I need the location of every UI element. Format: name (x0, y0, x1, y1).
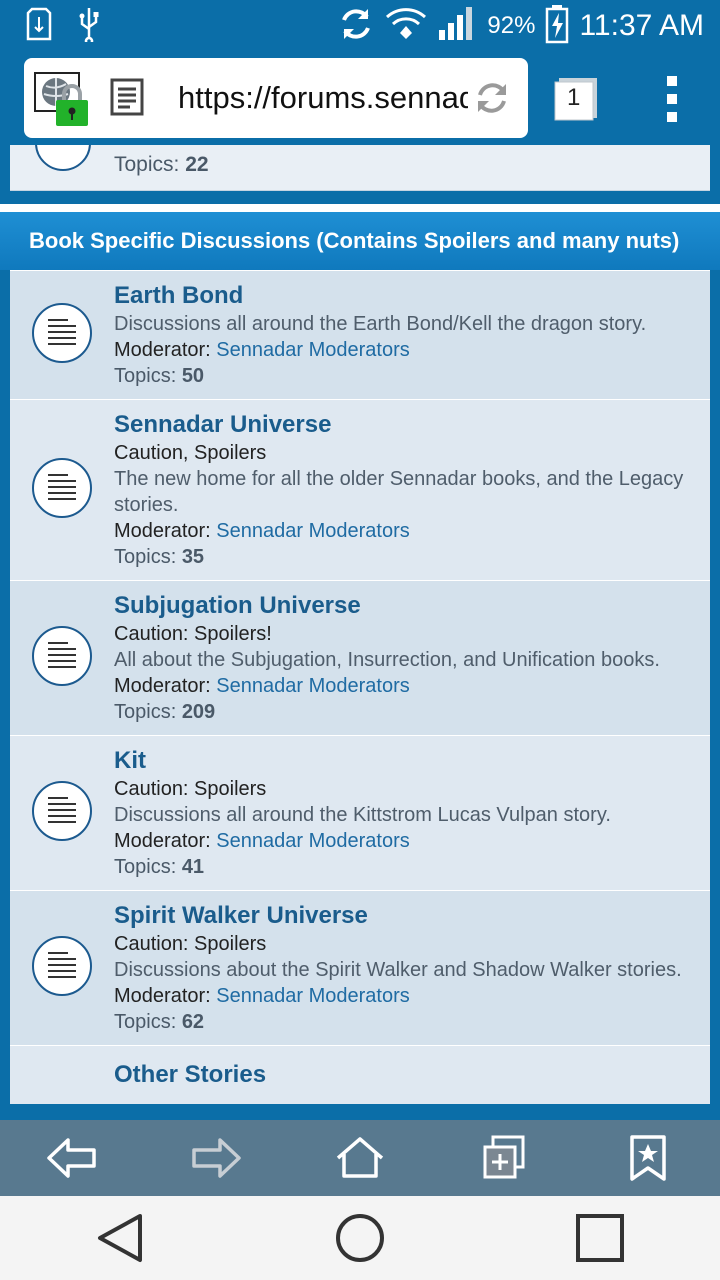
browser-bottom-toolbar (0, 1120, 720, 1196)
topics-count: 35 (181, 546, 205, 568)
topics-count: 209 (181, 701, 216, 723)
back-arrow-icon[interactable] (42, 1128, 102, 1188)
nav-recents-icon[interactable] (560, 1203, 640, 1273)
forum-row[interactable]: Sennadar Universe Caution, Spoilers The ne… (10, 399, 710, 580)
status-bar: 92% 11:37 AM (0, 0, 720, 52)
moderator-label: Moderator: (114, 830, 211, 852)
forum-row[interactable]: Kit Caution: Spoilers Discussions all arou… (10, 735, 710, 890)
forum-description: All about the Subjugation, Insurrection,… (114, 649, 660, 671)
moderator-label: Moderator: (114, 675, 211, 697)
tabs-button[interactable]: 1 (553, 76, 597, 121)
topics-label: Topics: (114, 1011, 177, 1033)
reload-icon[interactable] (472, 78, 512, 118)
secure-site-icon[interactable] (34, 72, 90, 128)
address-bar[interactable]: https://forums.sennadar.com (24, 58, 528, 138)
system-nav-bar (0, 1196, 720, 1280)
forum-list: Earth Bond Discussions all around the Ear… (10, 270, 710, 1104)
moderator-label: Moderator: (114, 520, 211, 542)
sync-icon (337, 5, 375, 48)
battery-charging-icon (545, 4, 569, 49)
forum-title[interactable]: Earth Bond (114, 281, 694, 311)
category-title[interactable]: Book Specific Discussions (Contains Spoi… (29, 228, 679, 254)
new-tab-icon[interactable] (474, 1128, 534, 1188)
forum-title[interactable]: Kit (114, 746, 694, 776)
signal-icon (437, 6, 477, 47)
moderator-link[interactable]: Sennadar Moderators (216, 675, 409, 697)
bookmark-icon[interactable] (618, 1128, 678, 1188)
forum-description: The new home for all the older Sennadar … (114, 468, 684, 516)
moderator-label: Moderator: (114, 339, 211, 361)
forum-row[interactable]: Earth Bond Discussions all around the Ear… (10, 270, 710, 399)
moderator-link[interactable]: Sennadar Moderators (216, 830, 409, 852)
topics-count: 41 (181, 856, 205, 878)
topics-count: 50 (181, 365, 205, 387)
category-header[interactable]: Book Specific Discussions (Contains Spoi… (0, 212, 720, 270)
forum-title[interactable]: Sennadar Universe (114, 410, 694, 440)
forward-arrow-icon[interactable] (186, 1128, 246, 1188)
forum-caution: Caution: Spoilers (114, 778, 267, 800)
next-category-title[interactable]: Other Stories (114, 1060, 694, 1090)
overflow-menu-button[interactable] (665, 74, 679, 124)
forum-caution: Caution, Spoilers (114, 442, 267, 464)
topics-label: Topics: (114, 365, 177, 387)
url-text[interactable]: https://forums.sennadar.com (178, 78, 468, 118)
forum-read-icon (32, 303, 92, 363)
forum-description: Discussions about the Spirit Walker and … (114, 959, 682, 981)
forum-row[interactable]: Spirit Walker Universe Caution: Spoilers D… (10, 890, 710, 1045)
previous-forum-row[interactable]: Topics: 22 (10, 145, 710, 191)
forum-title[interactable]: Spirit Walker Universe (114, 901, 694, 931)
nav-back-icon[interactable] (80, 1203, 160, 1273)
moderator-link[interactable]: Sennadar Moderators (216, 339, 409, 361)
usb-icon (78, 6, 100, 47)
moderator-link[interactable]: Sennadar Moderators (216, 520, 409, 542)
moderator-link[interactable]: Sennadar Moderators (216, 985, 409, 1007)
clock: 11:37 AM (579, 9, 704, 42)
forum-title[interactable]: Subjugation Universe (114, 591, 694, 621)
browser-toolbar: https://forums.sennadar.com 1 (0, 52, 720, 145)
next-category-row[interactable]: Other Stories (10, 1045, 710, 1104)
forum-caution: Caution: Spoilers (114, 933, 267, 955)
forum-read-icon (32, 626, 92, 686)
forum-description: Discussions all around the Earth Bond/Ke… (114, 313, 647, 335)
forum-read-icon (35, 145, 91, 171)
sd-card-icon (26, 7, 52, 46)
topics-label: Topics: (114, 546, 177, 568)
divider (0, 204, 720, 212)
forum-description: Discussions all around the Kittstrom Luc… (114, 804, 611, 826)
forum-read-icon (32, 458, 92, 518)
home-icon[interactable] (330, 1128, 390, 1188)
forum-read-icon (32, 936, 92, 996)
topics-count: 22 (185, 153, 209, 176)
moderator-label: Moderator: (114, 985, 211, 1007)
page-content[interactable]: Topics: 22 Book Specific Discussions (Co… (0, 145, 720, 1196)
reader-mode-icon[interactable] (110, 78, 146, 118)
battery-percent: 92% (487, 12, 536, 39)
forum-caution: Caution: Spoilers! (114, 623, 272, 645)
topics-label: Topics: (114, 701, 177, 723)
topics-label: Topics: (114, 153, 180, 176)
tab-count: 1 (567, 84, 581, 111)
topics-count: 62 (181, 1011, 205, 1033)
forum-read-icon (32, 781, 92, 841)
forum-row[interactable]: Subjugation Universe Caution: Spoilers! Al… (10, 580, 710, 735)
wifi-icon (385, 7, 427, 46)
nav-home-icon[interactable] (320, 1203, 400, 1273)
topics-label: Topics: (114, 856, 177, 878)
